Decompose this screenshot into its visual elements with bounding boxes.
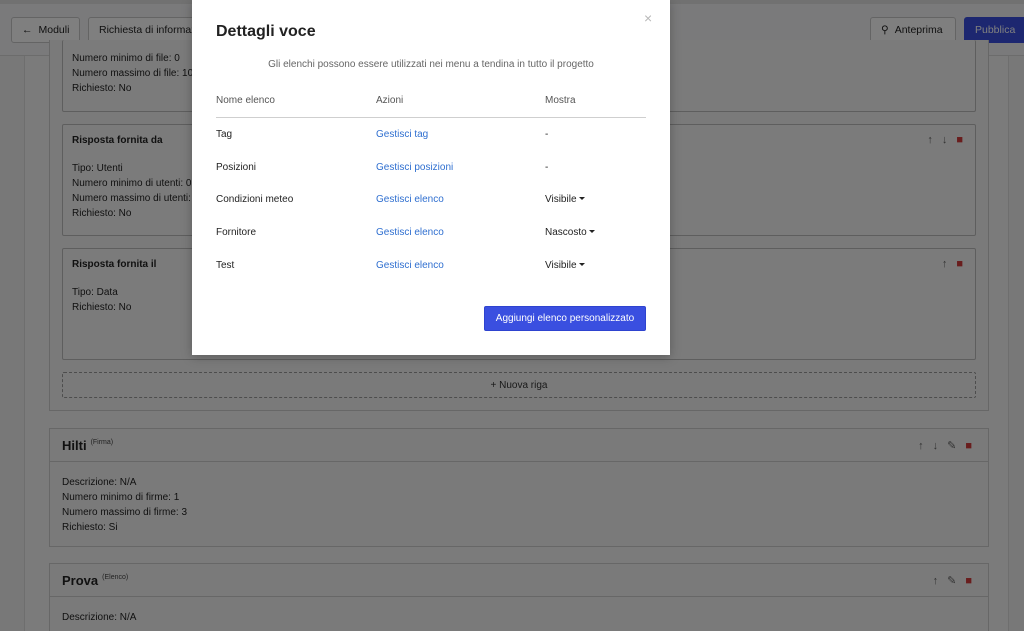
list-name: Posizioni [216, 162, 257, 173]
table-row: Fornitore Gestisci elenco Nascosto [192, 227, 670, 247]
column-header-name: Nome elenco [216, 95, 275, 106]
add-custom-list-button[interactable]: Aggiungi elenco personalizzato [484, 306, 646, 331]
table-row: Posizioni Gestisci posizioni - [192, 162, 670, 182]
modal-description: Gli elenchi possono essere utilizzati ne… [268, 59, 594, 70]
close-icon[interactable]: × [644, 10, 652, 26]
table-divider [216, 117, 646, 118]
list-name: Fornitore [216, 227, 257, 238]
visibility-value: - [545, 162, 549, 173]
manage-link[interactable]: Gestisci tag [376, 129, 428, 140]
manage-link[interactable]: Gestisci elenco [376, 194, 444, 205]
table-row: Test Gestisci elenco Visibile [192, 260, 670, 280]
manage-link[interactable]: Gestisci elenco [376, 227, 444, 238]
item-details-modal: Dettagli voce × Gli elenchi possono esse… [192, 0, 670, 355]
table-row: Tag Gestisci tag - [192, 129, 670, 149]
visibility-dropdown[interactable]: Nascosto [545, 227, 595, 238]
manage-link[interactable]: Gestisci elenco [376, 260, 444, 271]
caret-down-icon [588, 229, 595, 233]
table-row: Condizioni meteo Gestisci elenco Visibil… [192, 194, 670, 214]
manage-link[interactable]: Gestisci posizioni [376, 162, 453, 173]
visibility-value: - [545, 129, 549, 140]
list-name: Condizioni meteo [216, 194, 294, 205]
column-header-show: Mostra [545, 95, 576, 106]
visibility-dropdown[interactable]: Visibile [545, 194, 585, 205]
caret-down-icon [578, 196, 585, 200]
column-header-actions: Azioni [376, 95, 404, 106]
caret-down-icon [578, 262, 585, 266]
modal-title: Dettagli voce [216, 23, 316, 40]
visibility-dropdown[interactable]: Visibile [545, 260, 585, 271]
list-name: Test [216, 260, 235, 271]
list-name: Tag [216, 129, 233, 140]
